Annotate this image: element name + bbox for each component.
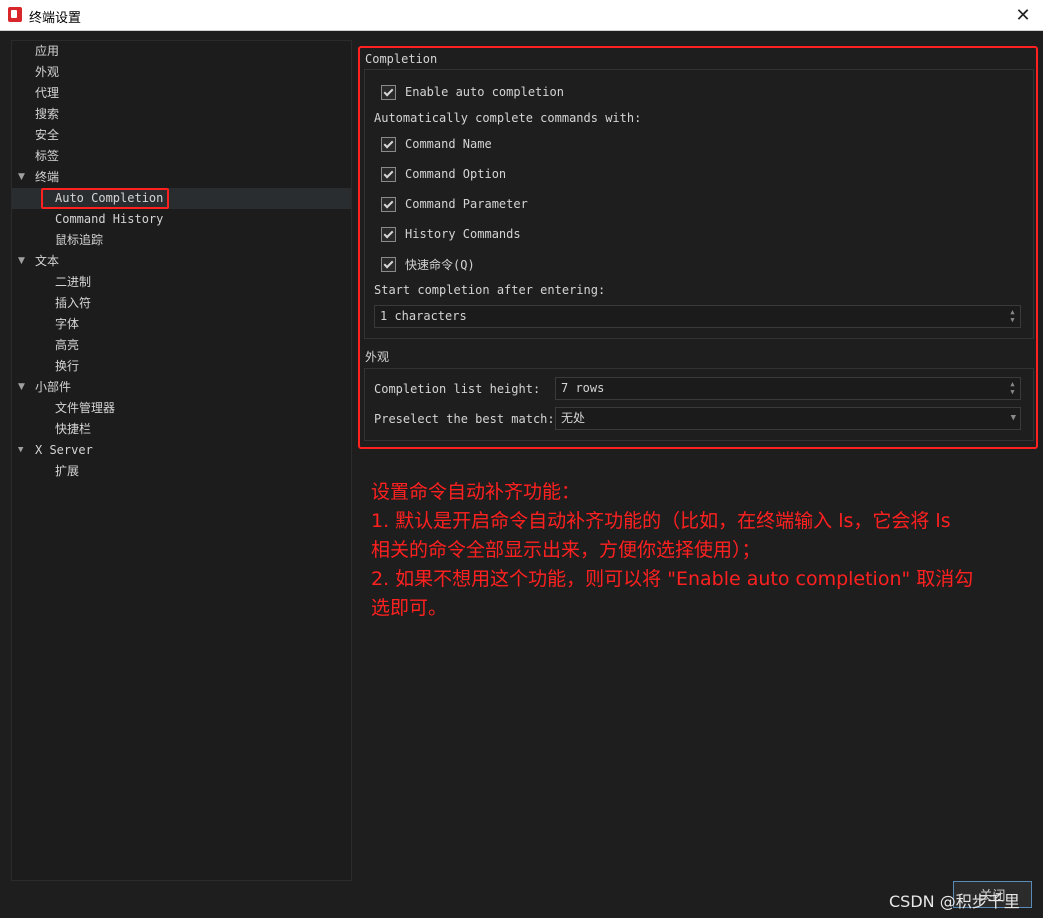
expand-arrow-icon[interactable]: ▼ — [18, 440, 23, 461]
list-height-spinbox[interactable]: 7 rows ▲ ▼ — [555, 377, 1021, 400]
nav-item-widgets[interactable]: ▼ 小部件 — [12, 377, 351, 398]
checkbox-checked-icon[interactable] — [381, 136, 396, 152]
preselect-label: Preselect the best match: — [374, 412, 555, 426]
annotation-note: 设置命令自动补齐功能： 1. 默认是开启命令自动补齐功能的（比如，在终端输入 l… — [371, 478, 1031, 623]
completion-section-title: Completion — [365, 52, 438, 66]
nav-item-quickbar[interactable]: 快捷栏 — [55, 419, 91, 440]
history-commands-checkbox[interactable]: History Commands — [381, 225, 521, 243]
list-height-label: Completion list height: — [374, 382, 541, 396]
spin-arrows-icon[interactable]: ▲ ▼ — [1008, 308, 1017, 324]
quick-commands-checkbox[interactable]: 快速命令(Q) — [381, 255, 475, 273]
watermark: CSDN @积步千里 — [889, 892, 1020, 911]
nav-item-x-server[interactable]: ▼ X Server — [12, 440, 351, 461]
nav-item-file-manager[interactable]: 文件管理器 — [55, 398, 115, 419]
command-parameter-checkbox[interactable]: Command Parameter — [381, 195, 528, 213]
nav-item-binary[interactable]: 二进制 — [55, 272, 91, 293]
annotation-line: 选即可。 — [371, 597, 448, 619]
expand-arrow-icon[interactable]: ▼ — [18, 251, 25, 272]
nav-item-app[interactable]: 应用 — [35, 41, 59, 62]
nav-item-mouse-tracking[interactable]: 鼠标追踪 — [55, 230, 103, 251]
nav-item-tabs[interactable]: 标签 — [35, 146, 59, 167]
nav-item-text[interactable]: ▼ 文本 — [12, 251, 351, 272]
checkbox-checked-icon[interactable] — [381, 256, 396, 272]
annotation-line: 相关的命令全部显示出来，方便你选择使用）； — [371, 539, 761, 561]
nav-item-auto-completion[interactable]: Auto Completion — [12, 188, 351, 209]
start-completion-label: Start completion after entering: — [374, 283, 606, 297]
nav-item-command-history[interactable]: Command History — [55, 209, 163, 230]
nav-item-highlight[interactable]: 高亮 — [55, 335, 79, 356]
title-bar: 终端设置 ✕ — [0, 0, 1043, 31]
nav-item-security[interactable]: 安全 — [35, 125, 59, 146]
nav-item-font[interactable]: 字体 — [55, 314, 79, 335]
command-option-checkbox[interactable]: Command Option — [381, 165, 506, 183]
enable-auto-completion-checkbox[interactable]: Enable auto completion — [381, 83, 564, 101]
expand-arrow-icon[interactable]: ▼ — [18, 167, 25, 188]
auto-complete-label: Automatically complete commands with: — [374, 111, 642, 125]
nav-item-caret[interactable]: 插入符 — [55, 293, 91, 314]
nav-item-terminal[interactable]: ▼ 终端 — [12, 167, 351, 188]
nav-item-wrap[interactable]: 换行 — [55, 356, 79, 377]
start-completion-spinbox[interactable]: 1 characters ▲ ▼ — [374, 305, 1021, 328]
expand-arrow-icon[interactable]: ▼ — [18, 377, 25, 398]
settings-nav-tree: 应用 外观 代理 搜索 安全 标签 ▼ 终端 Auto Completion C… — [11, 40, 352, 881]
checkbox-checked-icon[interactable] — [381, 226, 396, 242]
close-button[interactable]: ✕ — [1009, 4, 1037, 26]
nav-item-appearance[interactable]: 外观 — [35, 62, 59, 83]
checkbox-checked-icon[interactable] — [381, 84, 396, 100]
checkbox-checked-icon[interactable] — [381, 196, 396, 212]
command-name-checkbox[interactable]: Command Name — [381, 135, 492, 153]
app-icon — [8, 7, 22, 22]
annotation-line: 2. 如果不想用这个功能，则可以将 "Enable auto completio… — [371, 568, 974, 590]
nav-item-search[interactable]: 搜索 — [35, 104, 59, 125]
checkbox-checked-icon[interactable] — [381, 166, 396, 182]
chevron-down-icon[interactable]: ▼ — [1011, 408, 1016, 428]
spin-arrows-icon[interactable]: ▲ ▼ — [1008, 380, 1017, 396]
nav-item-extensions[interactable]: 扩展 — [55, 461, 79, 482]
window-title: 终端设置 — [29, 11, 82, 26]
preselect-dropdown[interactable]: 无处 ▼ — [555, 407, 1021, 430]
nav-item-proxy[interactable]: 代理 — [35, 83, 59, 104]
annotation-line: 设置命令自动补齐功能： — [371, 481, 581, 503]
annotation-line: 1. 默认是开启命令自动补齐功能的（比如，在终端输入 ls，它会将 ls — [371, 510, 951, 532]
appearance-section-title: 外观 — [365, 350, 390, 364]
